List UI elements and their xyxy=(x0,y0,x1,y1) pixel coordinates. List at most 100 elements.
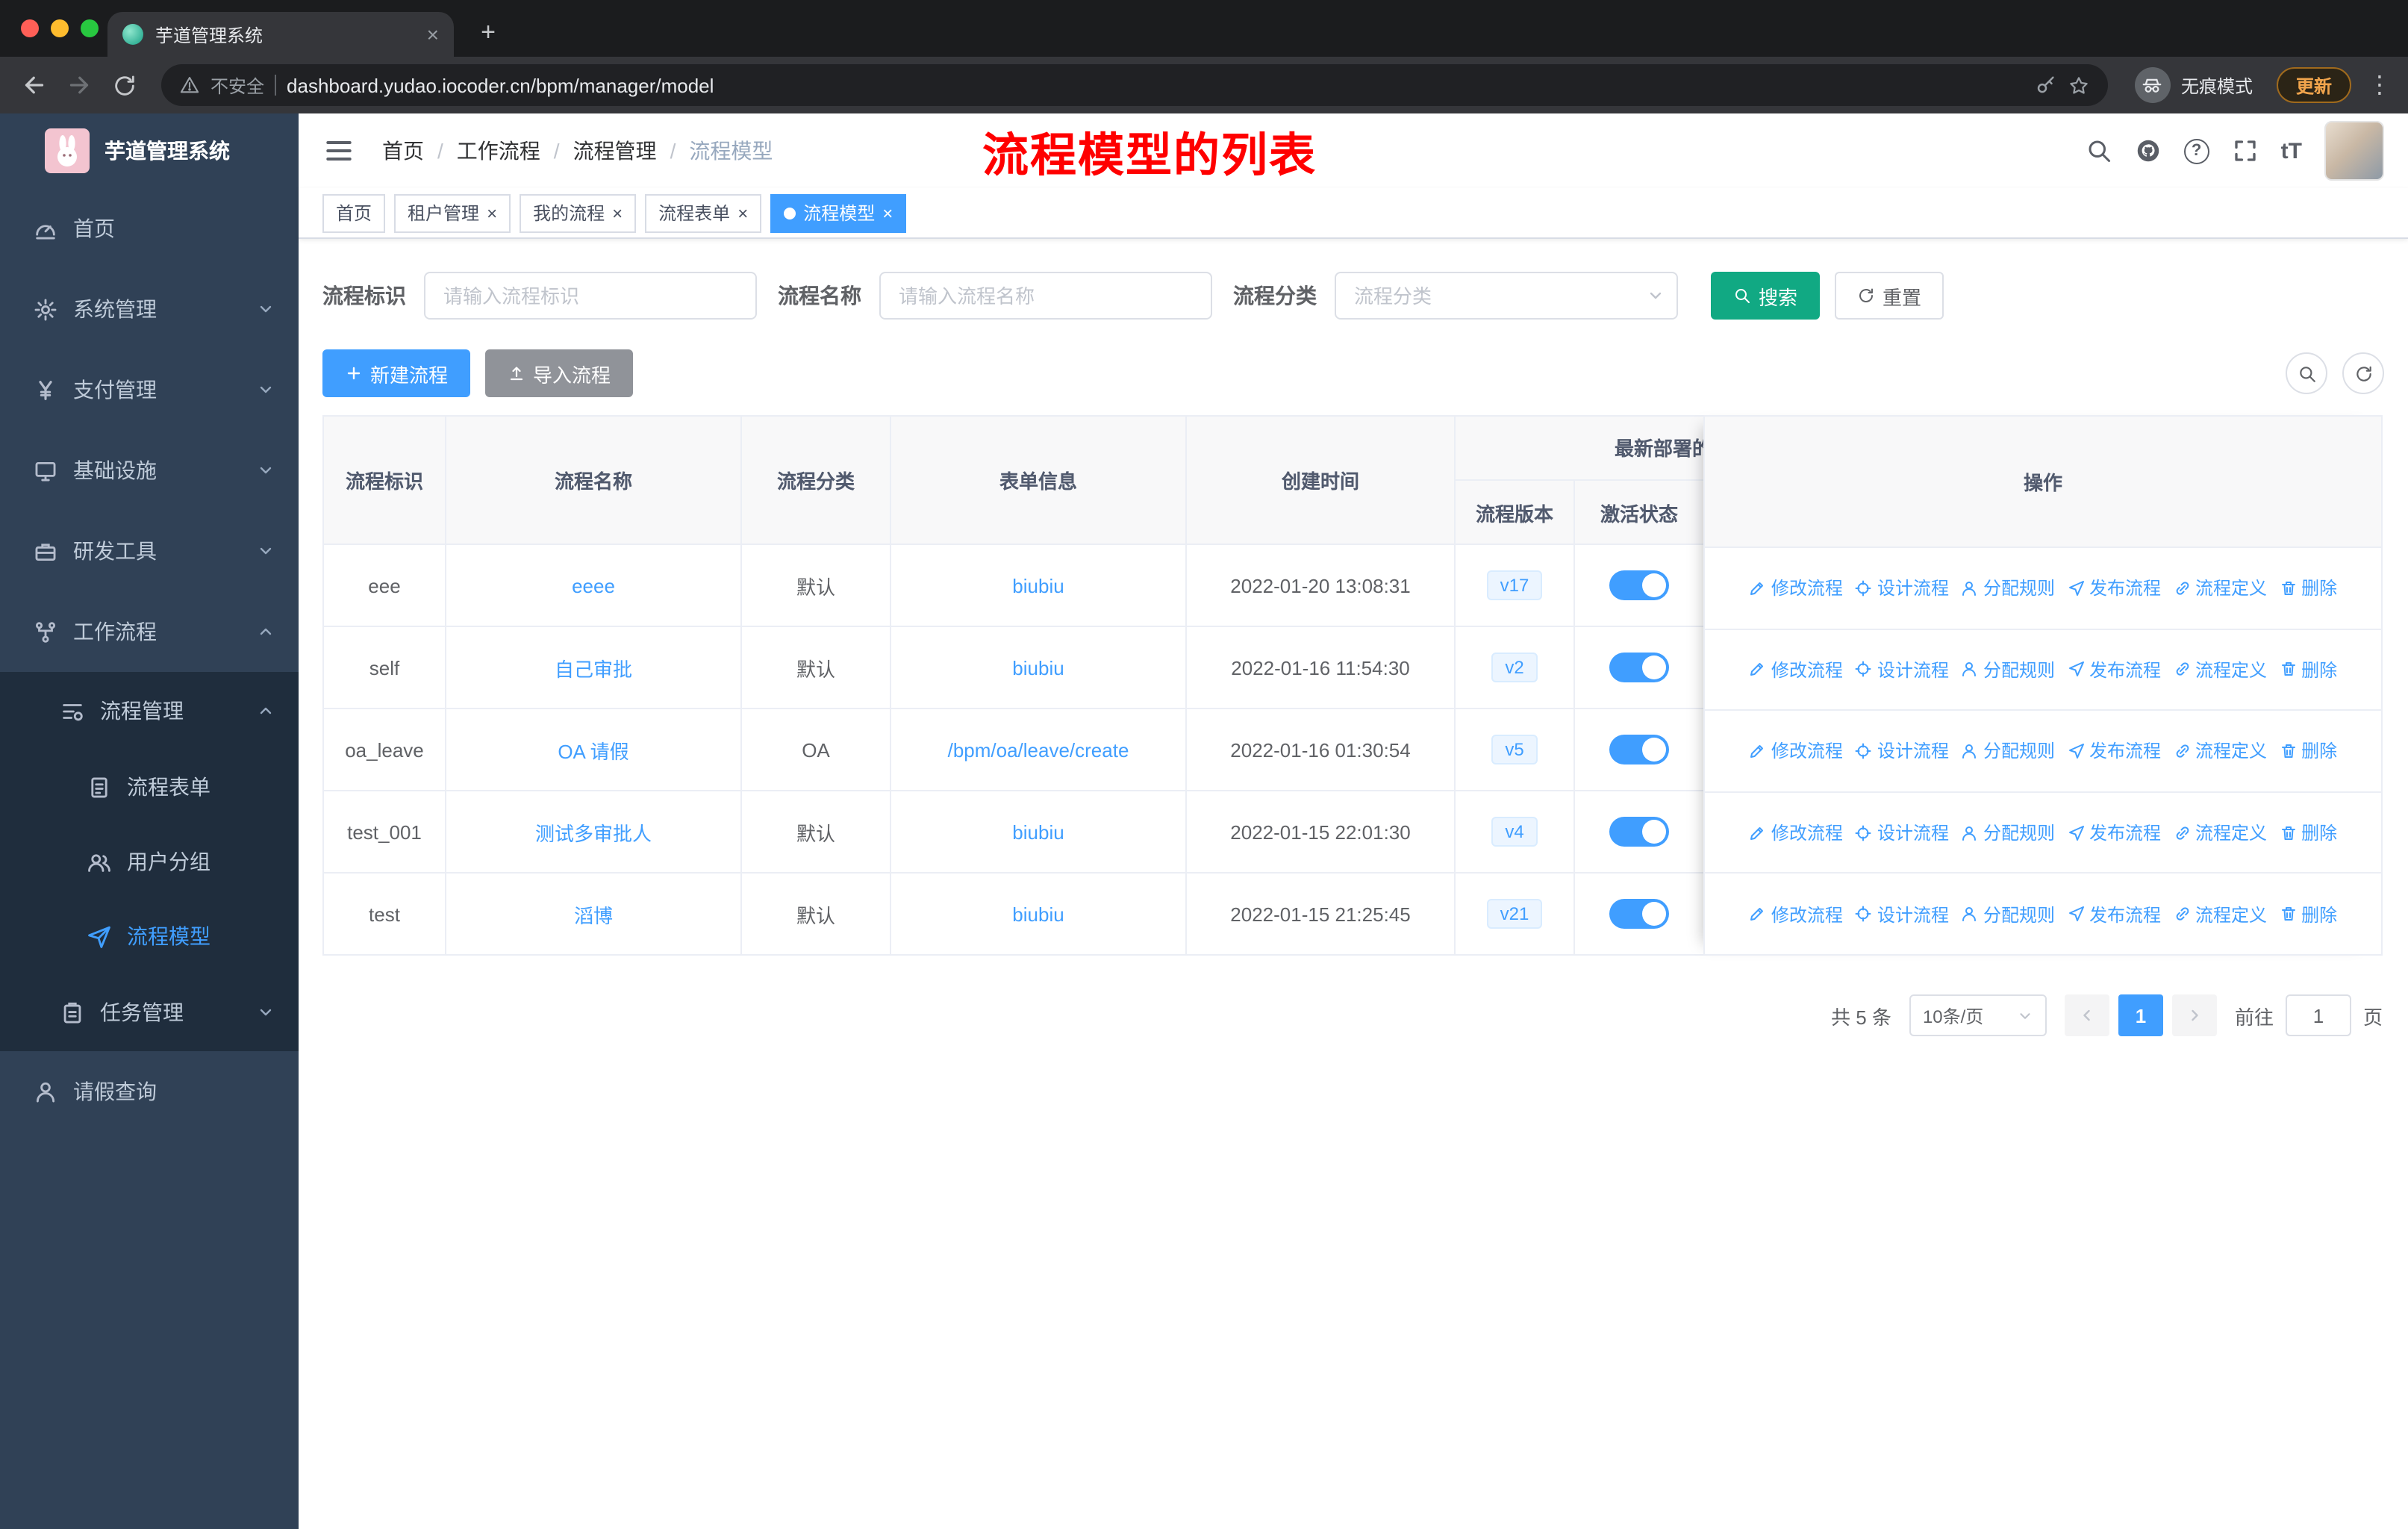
edit-process-link[interactable]: 修改流程 xyxy=(1749,576,1843,601)
design-process-link[interactable]: 设计流程 xyxy=(1855,820,1949,845)
edit-process-link[interactable]: 修改流程 xyxy=(1749,820,1843,845)
process-name-link[interactable]: 滔博 xyxy=(574,904,613,927)
sidebar-item-task-management[interactable]: 任务管理 xyxy=(0,974,299,1051)
publish-process-link[interactable]: 发布流程 xyxy=(2067,820,2161,845)
tag-process-form[interactable]: 流程表单 × xyxy=(645,193,762,232)
delete-process-link[interactable]: 删除 xyxy=(2279,738,2337,764)
reload-button[interactable] xyxy=(105,66,143,105)
font-size-icon[interactable]: tT xyxy=(2281,138,2302,164)
status-toggle[interactable] xyxy=(1609,653,1669,682)
search-icon[interactable] xyxy=(2086,137,2112,164)
refresh-table-button[interactable] xyxy=(2342,352,2384,394)
publish-process-link[interactable]: 发布流程 xyxy=(2067,576,2161,601)
breadcrumb-home[interactable]: 首页 xyxy=(382,136,424,166)
search-button[interactable]: 搜索 xyxy=(1711,272,1821,320)
tab-close-icon[interactable]: × xyxy=(427,24,439,45)
browser-tab[interactable]: 芋道管理系统 × xyxy=(107,12,454,57)
form-info-link[interactable]: biubiu xyxy=(1012,574,1064,597)
design-process-link[interactable]: 设计流程 xyxy=(1855,738,1949,764)
sidebar-item-leave-query[interactable]: 请假查询 xyxy=(0,1051,299,1132)
assign-rule-link[interactable]: 分配规则 xyxy=(1961,901,2055,927)
forward-button[interactable] xyxy=(60,66,99,105)
next-page-button[interactable] xyxy=(2171,994,2217,1036)
process-name-link[interactable]: 测试多审批人 xyxy=(535,822,652,844)
design-process-link[interactable]: 设计流程 xyxy=(1855,576,1949,601)
back-button[interactable] xyxy=(15,66,54,105)
status-toggle[interactable] xyxy=(1609,570,1669,600)
publish-process-link[interactable]: 发布流程 xyxy=(2067,657,2161,682)
process-id-input[interactable] xyxy=(424,272,757,320)
sidebar-item-process-model[interactable]: 流程模型 xyxy=(0,899,299,974)
minimize-window-button[interactable] xyxy=(51,19,69,37)
edit-process-link[interactable]: 修改流程 xyxy=(1749,738,1843,764)
delete-process-link[interactable]: 删除 xyxy=(2279,820,2337,845)
delete-process-link[interactable]: 删除 xyxy=(2279,657,2337,682)
sidebar-item-payment[interactable]: 支付管理 xyxy=(0,349,299,430)
chrome-update-button[interactable]: 更新 xyxy=(2276,67,2351,103)
page-size-select[interactable]: 10条/页 xyxy=(1909,994,2047,1036)
edit-process-link[interactable]: 修改流程 xyxy=(1749,901,1843,927)
design-process-link[interactable]: 设计流程 xyxy=(1855,901,1949,927)
process-definition-link[interactable]: 流程定义 xyxy=(2173,576,2267,601)
assign-rule-link[interactable]: 分配规则 xyxy=(1961,738,2055,764)
close-window-button[interactable] xyxy=(21,19,39,37)
zoom-window-button[interactable] xyxy=(81,19,99,37)
breadcrumb-process-management[interactable]: 流程管理 xyxy=(573,136,657,166)
url-text[interactable]: dashboard.yudao.iocoder.cn/bpm/manager/m… xyxy=(287,74,714,96)
assign-rule-link[interactable]: 分配规则 xyxy=(1961,820,2055,845)
delete-process-link[interactable]: 删除 xyxy=(2279,576,2337,601)
collapse-sidebar-icon[interactable] xyxy=(322,134,355,167)
process-category-select[interactable] xyxy=(1335,272,1678,320)
page-number-button[interactable]: 1 xyxy=(2118,994,2163,1036)
import-process-button[interactable]: 导入流程 xyxy=(485,349,634,397)
publish-process-link[interactable]: 发布流程 xyxy=(2067,901,2161,927)
address-bar[interactable]: 不安全 dashboard.yudao.iocoder.cn/bpm/manag… xyxy=(161,64,2108,106)
sidebar-item-home[interactable]: 首页 xyxy=(0,188,299,269)
assign-rule-link[interactable]: 分配规则 xyxy=(1961,576,2055,601)
tag-home[interactable]: 首页 xyxy=(322,193,386,232)
publish-process-link[interactable]: 发布流程 xyxy=(2067,738,2161,764)
sidebar-item-infrastructure[interactable]: 基础设施 xyxy=(0,430,299,511)
version-badge[interactable]: v4 xyxy=(1491,817,1538,847)
process-name-link[interactable]: OA 请假 xyxy=(558,740,628,762)
edit-process-link[interactable]: 修改流程 xyxy=(1749,657,1843,682)
sidebar-item-system[interactable]: 系统管理 xyxy=(0,269,299,349)
goto-page-input[interactable] xyxy=(2285,994,2351,1036)
new-tab-button[interactable]: + xyxy=(469,13,508,52)
password-key-icon[interactable] xyxy=(2035,74,2057,96)
form-info-link[interactable]: biubiu xyxy=(1012,656,1064,679)
sidebar-item-process-form[interactable]: 流程表单 xyxy=(0,750,299,824)
process-definition-link[interactable]: 流程定义 xyxy=(2173,738,2267,764)
process-definition-link[interactable]: 流程定义 xyxy=(2173,901,2267,927)
prev-page-button[interactable] xyxy=(2064,994,2109,1036)
tag-tenant-management[interactable]: 租户管理 × xyxy=(394,193,511,232)
user-avatar[interactable] xyxy=(2324,121,2384,181)
tag-close-icon[interactable]: × xyxy=(487,204,497,222)
browser-menu-icon[interactable]: ⋮ xyxy=(2366,70,2393,100)
app-logo[interactable]: 芋道管理系统 xyxy=(0,113,299,188)
version-badge[interactable]: v17 xyxy=(1486,570,1543,600)
delete-process-link[interactable]: 删除 xyxy=(2279,901,2337,927)
tag-process-model[interactable]: 流程模型 × xyxy=(770,193,907,232)
process-definition-link[interactable]: 流程定义 xyxy=(2173,657,2267,682)
form-info-link[interactable]: /bpm/oa/leave/create xyxy=(948,738,1129,761)
assign-rule-link[interactable]: 分配规则 xyxy=(1961,657,2055,682)
fullscreen-icon[interactable] xyxy=(2232,137,2259,164)
reset-button[interactable]: 重置 xyxy=(1835,272,1944,320)
form-info-link[interactable]: biubiu xyxy=(1012,903,1064,925)
form-info-link[interactable]: biubiu xyxy=(1012,820,1064,843)
process-name-link[interactable]: eeee xyxy=(572,574,615,597)
status-toggle[interactable] xyxy=(1609,817,1669,847)
process-name-link[interactable]: 自己审批 xyxy=(555,658,632,680)
sidebar-item-workflow[interactable]: 工作流程 xyxy=(0,591,299,672)
toggle-search-button[interactable] xyxy=(2286,352,2327,394)
tag-close-icon[interactable]: × xyxy=(882,204,893,222)
status-toggle[interactable] xyxy=(1609,899,1669,929)
status-toggle[interactable] xyxy=(1609,735,1669,764)
sidebar-item-user-group[interactable]: 用户分组 xyxy=(0,824,299,899)
security-label[interactable]: 不安全 xyxy=(210,72,264,98)
github-icon[interactable] xyxy=(2135,137,2162,164)
breadcrumb-workflow[interactable]: 工作流程 xyxy=(457,136,540,166)
process-name-input[interactable] xyxy=(879,272,1212,320)
help-icon[interactable]: ? xyxy=(2183,138,2209,164)
